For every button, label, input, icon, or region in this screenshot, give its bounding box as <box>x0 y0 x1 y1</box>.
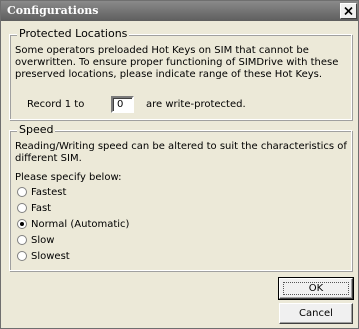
radio-label: Fastest <box>31 187 67 198</box>
radio-fastest[interactable]: Fastest <box>17 186 157 200</box>
write-protected-label: are write-protected. <box>146 99 246 110</box>
radio-normal-automatic[interactable]: Normal (Automatic) <box>17 218 157 232</box>
radio-label: Slowest <box>31 251 70 262</box>
close-icon <box>344 7 353 15</box>
speed-prompt: Please specify below: <box>15 172 122 183</box>
cancel-button[interactable]: Cancel <box>279 303 353 324</box>
radio-label: Fast <box>31 203 52 214</box>
ok-button[interactable]: OK <box>278 277 354 300</box>
speed-legend: Speed <box>17 123 56 137</box>
radio-circle[interactable] <box>17 203 27 213</box>
configurations-dialog: Configurations Protected Locations Some … <box>0 0 359 329</box>
record-range-input[interactable]: 0 <box>111 96 134 113</box>
radio-circle[interactable] <box>17 251 27 261</box>
record-label: Record 1 to <box>27 99 85 110</box>
title-bar[interactable]: Configurations <box>1 1 358 21</box>
close-button[interactable] <box>340 3 357 19</box>
radio-label: Slow <box>31 235 55 246</box>
protected-description: Some operators preloaded Hot Keys on SIM… <box>15 45 339 80</box>
window-title: Configurations <box>7 4 99 17</box>
speed-description: Reading/Writing speed can be altered to … <box>15 141 347 164</box>
radio-circle[interactable] <box>17 187 27 197</box>
cancel-button-label: Cancel <box>299 308 333 319</box>
radio-selected-dot <box>20 222 24 226</box>
radio-slowest[interactable]: Slowest <box>17 250 157 264</box>
focus-rectangle <box>283 282 349 295</box>
radio-circle[interactable] <box>17 235 27 245</box>
radio-fast[interactable]: Fast <box>17 202 157 216</box>
radio-slow[interactable]: Slow <box>17 234 157 248</box>
radio-label: Normal (Automatic) <box>31 219 130 230</box>
radio-circle-selected[interactable] <box>17 219 27 229</box>
protected-locations-legend: Protected Locations <box>17 27 130 41</box>
